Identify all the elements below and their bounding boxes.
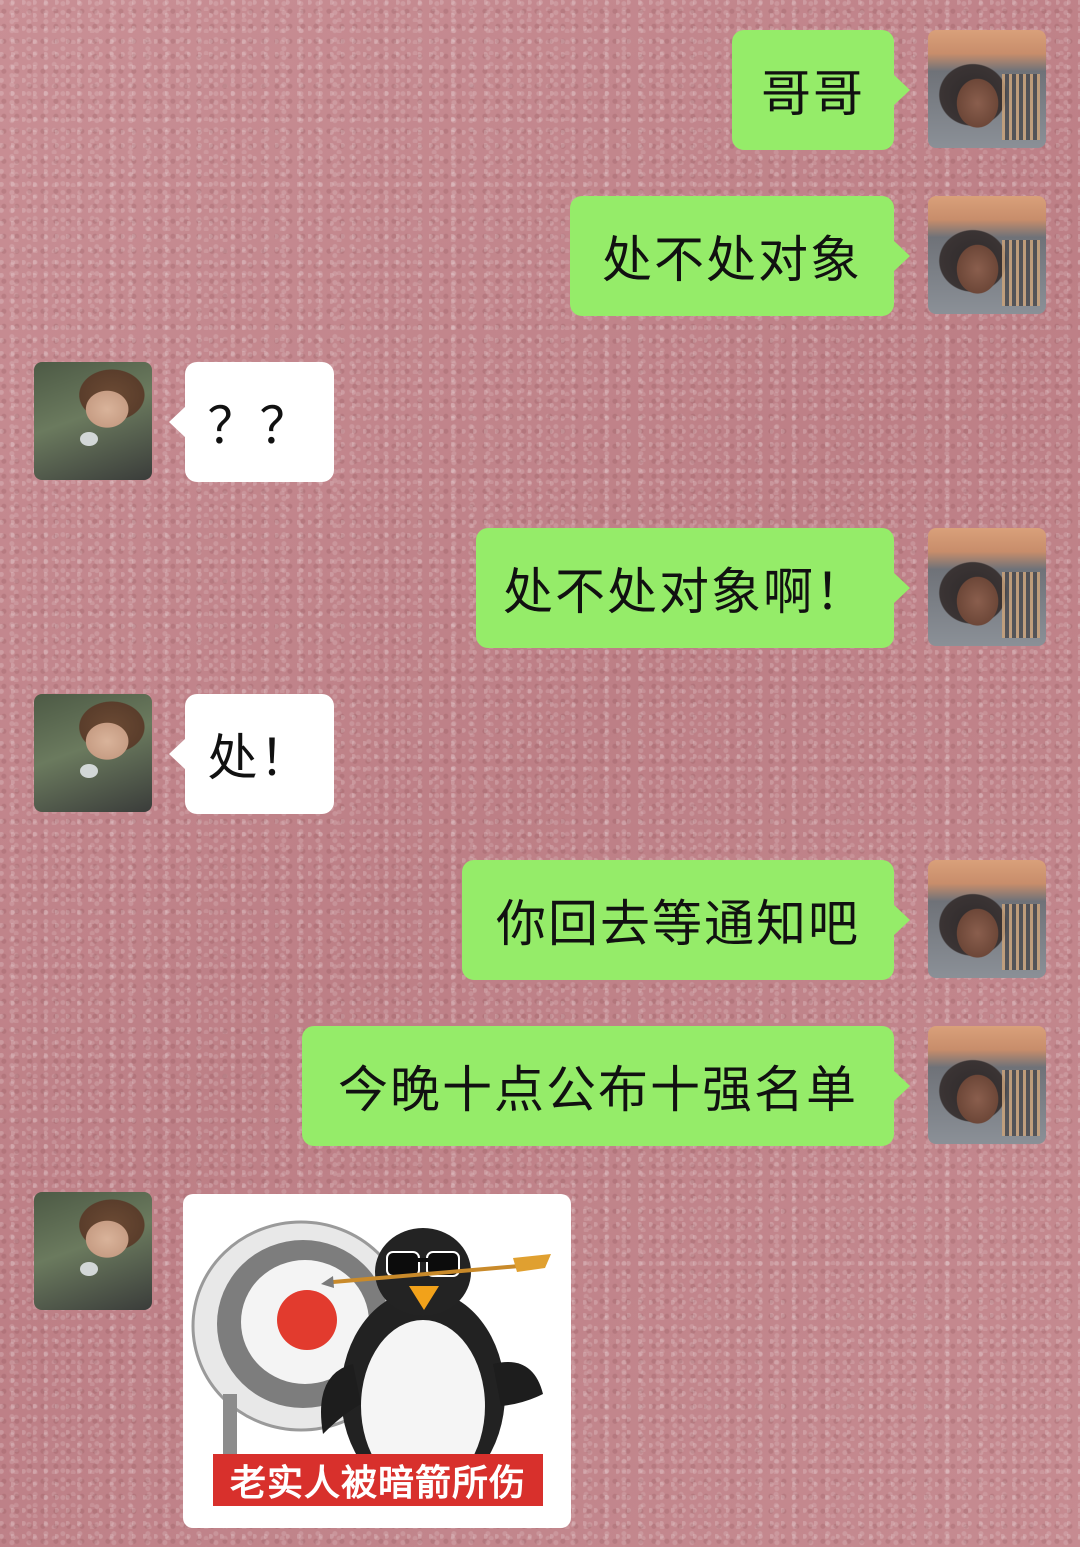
message-bubble-sent[interactable]: 哥哥 <box>732 30 910 150</box>
my-avatar[interactable] <box>928 528 1046 646</box>
my-avatar[interactable] <box>928 30 1046 148</box>
message-bubble-received[interactable]: 处！ <box>169 694 334 814</box>
contact-avatar[interactable] <box>34 362 152 480</box>
sunglasses-left-lens <box>386 1251 420 1277</box>
message-bubble-sent[interactable]: 你回去等通知吧 <box>462 860 910 980</box>
my-avatar[interactable] <box>928 196 1046 314</box>
message-row: 你回去等通知吧 <box>0 860 1080 980</box>
message-text: 你回去等通知吧 <box>496 895 860 953</box>
target-bullseye <box>277 1290 337 1350</box>
sunglasses-bridge <box>417 1258 429 1262</box>
message-row: 今晚十点公布十强名单 <box>0 1026 1080 1146</box>
my-avatar[interactable] <box>928 1026 1046 1144</box>
message-row: 处不处对象 <box>0 196 1080 316</box>
message-text: ？？ <box>207 397 312 455</box>
contact-avatar[interactable] <box>34 694 152 812</box>
message-bubble-sent[interactable]: 处不处对象 <box>570 196 910 316</box>
message-row: ？？ <box>0 362 1080 482</box>
penguin-right-wing <box>493 1362 543 1406</box>
message-row: 哥哥 <box>0 30 1080 150</box>
message-row: 老实人被暗箭所伤 <box>0 1192 1080 1528</box>
my-avatar[interactable] <box>928 860 1046 978</box>
arrow-fletching <box>513 1254 551 1272</box>
message-bubble-sent[interactable]: 处不处对象啊！ <box>476 528 910 648</box>
contact-avatar[interactable] <box>34 1192 152 1310</box>
message-text: 处不处对象啊！ <box>503 563 867 621</box>
message-text: 哥哥 <box>761 65 865 123</box>
sticker-message[interactable]: 老实人被暗箭所伤 <box>183 1194 571 1528</box>
message-row: 处不处对象啊！ <box>0 528 1080 648</box>
sticker-caption: 老实人被暗箭所伤 <box>213 1454 543 1506</box>
message-text: 处！ <box>207 729 312 787</box>
message-bubble-received[interactable]: ？？ <box>169 362 334 482</box>
message-text: 今晚十点公布十强名单 <box>338 1061 858 1119</box>
message-row: 处！ <box>0 694 1080 814</box>
message-text: 处不处对象 <box>602 231 862 289</box>
message-bubble-sent[interactable]: 今晚十点公布十强名单 <box>302 1026 910 1146</box>
chat-area: 哥哥 处不处对象 ？？ 处不处对象啊！ 处！ 你回去等通知吧 今晚十点公布十强名… <box>0 0 1080 1547</box>
